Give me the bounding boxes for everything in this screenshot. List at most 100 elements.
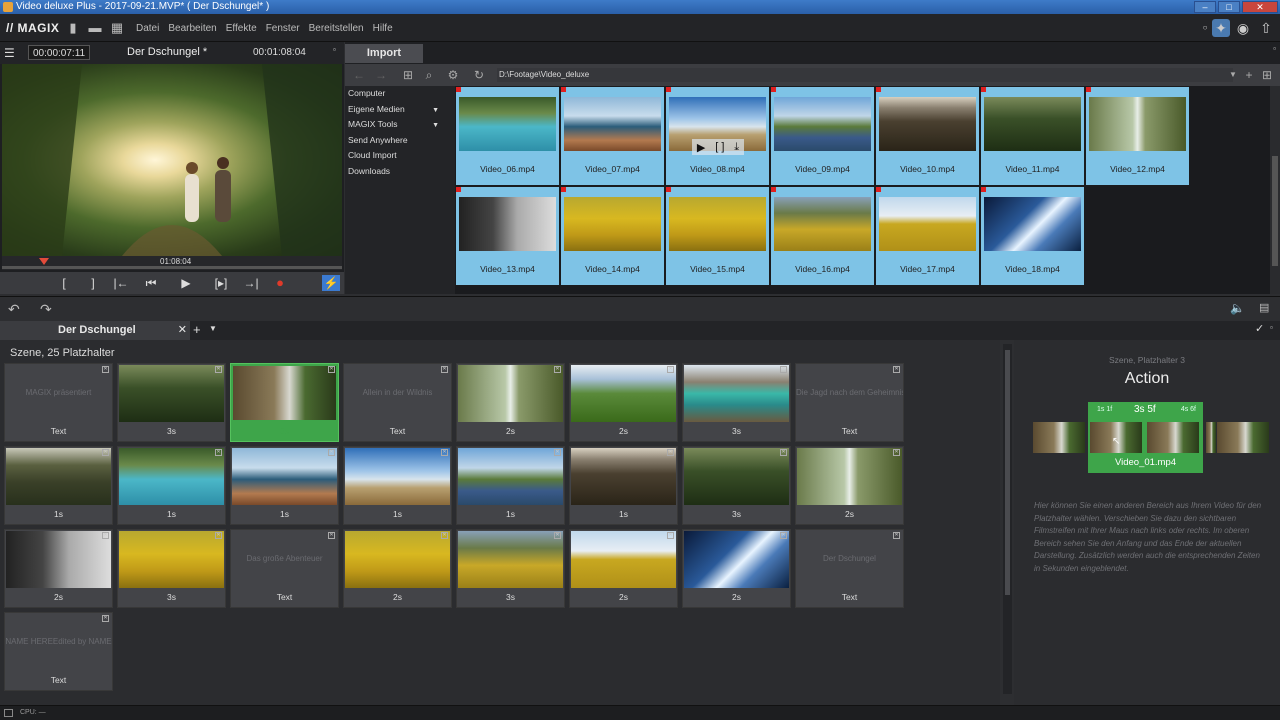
sidebar-item-magix-tools[interactable]: MAGIX Tools ▼ — [345, 117, 455, 133]
add-folder-icon[interactable]: + — [1241, 67, 1257, 83]
video-placeholder-cell[interactable]: ✕ 3s — [682, 363, 791, 442]
open-folder-icon[interactable]: ▬ — [88, 21, 102, 35]
search-icon[interactable]: ⌕ — [421, 67, 437, 83]
play-range-button[interactable]: [▸] — [212, 275, 230, 291]
preview-video-frame[interactable] — [2, 64, 342, 256]
media-tile[interactable]: Video_11.mp4 — [981, 87, 1084, 185]
video-placeholder-cell[interactable]: ✕ 3s — [456, 529, 565, 608]
sidebar-item-cloud-import[interactable]: Cloud Import — [345, 148, 455, 164]
remove-cell-icon[interactable]: ✕ — [215, 532, 222, 539]
remove-cell-icon[interactable]: ✕ — [102, 532, 109, 539]
cell-thumbnail[interactable] — [119, 448, 224, 505]
cell-thumbnail[interactable] — [684, 531, 789, 588]
menu-item-hilfe[interactable]: Hilfe — [373, 23, 393, 34]
filmstrip-frame[interactable] — [1147, 422, 1199, 453]
cell-thumbnail[interactable] — [571, 448, 676, 505]
remove-cell-icon[interactable]: ✕ — [441, 449, 448, 456]
sidebar-item-downloads[interactable]: Downloads — [345, 164, 455, 180]
current-timecode[interactable]: 00:00:07:11 — [28, 45, 91, 60]
mark-in-button[interactable]: [ — [55, 275, 73, 291]
remove-cell-icon[interactable]: ✕ — [893, 532, 900, 539]
remove-cell-icon[interactable]: ✕ — [328, 532, 335, 539]
cell-thumbnail[interactable] — [345, 531, 450, 588]
scrollbar-thumb[interactable] — [1272, 156, 1278, 266]
view-grid-icon[interactable]: ⊞ — [1259, 67, 1275, 83]
video-placeholder-cell[interactable]: ✕ 1s — [230, 446, 339, 525]
remove-cell-icon[interactable]: ✕ — [215, 449, 222, 456]
media-tile[interactable]: Video_17.mp4 — [876, 187, 979, 285]
previous-frame-button[interactable]: ⏮ — [142, 275, 160, 291]
text-placeholder-cell[interactable]: Allein in der Wildnis ✕ Text — [343, 363, 452, 442]
close-button[interactable]: ✕ — [1242, 1, 1278, 13]
video-placeholder-cell[interactable]: ✕ 1s — [4, 446, 113, 525]
media-tile[interactable]: Video_12.mp4 — [1086, 87, 1189, 185]
video-placeholder-cell[interactable]: ✕ 3s — [117, 363, 226, 442]
media-tile[interactable]: Video_08.mp4 ▶ [ ] ⤓ — [666, 87, 769, 185]
gear-icon[interactable]: ⚙ — [445, 67, 461, 83]
play-button[interactable]: ▶ — [177, 275, 195, 291]
new-document-icon[interactable]: ▮ — [66, 21, 80, 35]
import-scrollbar[interactable] — [1270, 86, 1280, 294]
sidebar-item-computer[interactable]: Computer — [345, 86, 455, 102]
cell-thumbnail[interactable] — [797, 448, 902, 505]
media-thumbnail[interactable] — [1089, 97, 1186, 151]
text-placeholder-cell[interactable]: MAGIX präsentiert ✕ Text — [4, 363, 113, 442]
media-tile[interactable]: Video_07.mp4 — [561, 87, 664, 185]
remove-cell-icon[interactable]: ✕ — [780, 449, 787, 456]
maximize-button[interactable]: □ — [1218, 1, 1240, 13]
mark-out-button[interactable]: ] — [84, 275, 102, 291]
media-thumbnail[interactable] — [669, 197, 766, 251]
forward-arrow-icon[interactable]: → — [373, 67, 389, 83]
cell-thumbnail[interactable] — [233, 366, 336, 420]
refresh-icon[interactable]: ↻ — [471, 67, 487, 83]
cell-thumbnail[interactable] — [684, 365, 789, 422]
undock-icon[interactable]: ▫ — [1273, 44, 1276, 53]
remove-cell-icon[interactable]: ✕ — [780, 366, 787, 373]
cell-thumbnail[interactable] — [458, 365, 563, 422]
media-thumbnail[interactable] — [984, 197, 1081, 251]
media-tile[interactable]: Video_13.mp4 — [456, 187, 559, 285]
video-placeholder-cell[interactable]: ✕ 2s — [569, 529, 678, 608]
speaker-icon[interactable]: 🔈 — [1230, 301, 1245, 315]
disc-icon[interactable]: ◉ — [1234, 19, 1252, 37]
undock-icon[interactable]: ▫ — [1270, 323, 1273, 332]
range-icon[interactable]: [ ] — [715, 141, 724, 153]
sidebar-item-send-anywhere[interactable]: Send Anywhere — [345, 133, 455, 149]
text-placeholder-cell[interactable]: Das große Abenteuer ✕ Text — [230, 529, 339, 608]
remove-cell-icon[interactable]: ✕ — [893, 366, 900, 373]
scrollbar-thumb[interactable] — [1005, 350, 1010, 595]
menu-item-bereitstellen[interactable]: Bereitstellen — [309, 23, 364, 34]
cell-thumbnail[interactable] — [6, 531, 111, 588]
cell-thumbnail[interactable] — [458, 531, 563, 588]
text-placeholder-cell[interactable]: Der Dschungel ✕ Text — [795, 529, 904, 608]
go-to-start-button[interactable]: |← — [112, 275, 130, 291]
storyboard-scrollbar[interactable] — [1003, 344, 1012, 694]
media-tile[interactable]: Video_15.mp4 — [666, 187, 769, 285]
remove-cell-icon[interactable]: ✕ — [554, 532, 561, 539]
tab-der-dschungel[interactable]: Der Dschungel ✕ — [0, 321, 190, 340]
save-disk-icon[interactable]: ▦ — [110, 21, 124, 35]
remove-cell-icon[interactable]: ✕ — [102, 366, 109, 373]
video-placeholder-cell[interactable]: ✕ 2s — [682, 529, 791, 608]
filmstrip-frame[interactable] — [1033, 422, 1085, 453]
quick-mode-button[interactable]: ⚡ — [322, 275, 340, 291]
media-tile[interactable]: Video_06.mp4 — [456, 87, 559, 185]
media-thumbnail[interactable] — [879, 97, 976, 151]
cell-thumbnail[interactable] — [232, 448, 337, 505]
video-placeholder-cell[interactable]: ✕ 3s — [117, 529, 226, 608]
undo-icon[interactable]: ↶ — [8, 301, 20, 318]
media-tile[interactable]: Video_10.mp4 — [876, 87, 979, 185]
record-button[interactable]: ● — [271, 275, 289, 291]
remove-cell-icon[interactable]: ✕ — [328, 366, 335, 373]
text-placeholder-cell[interactable]: NAME HEREEdited by NAME ✕ Text — [4, 612, 113, 691]
menu-item-fenster[interactable]: Fenster — [266, 23, 300, 34]
remove-cell-icon[interactable]: ✕ — [554, 366, 561, 373]
cell-thumbnail[interactable] — [119, 531, 224, 588]
mixer-icon[interactable]: ▤ — [1259, 301, 1269, 314]
media-thumbnail[interactable] — [564, 197, 661, 251]
sidebar-item-eigene-medien[interactable]: Eigene Medien ▼ — [345, 102, 455, 118]
remove-cell-icon[interactable]: ✕ — [441, 366, 448, 373]
cell-thumbnail[interactable] — [6, 448, 111, 505]
remove-cell-icon[interactable]: ✕ — [215, 366, 222, 373]
video-placeholder-cell[interactable]: ✕ 2s — [795, 446, 904, 525]
